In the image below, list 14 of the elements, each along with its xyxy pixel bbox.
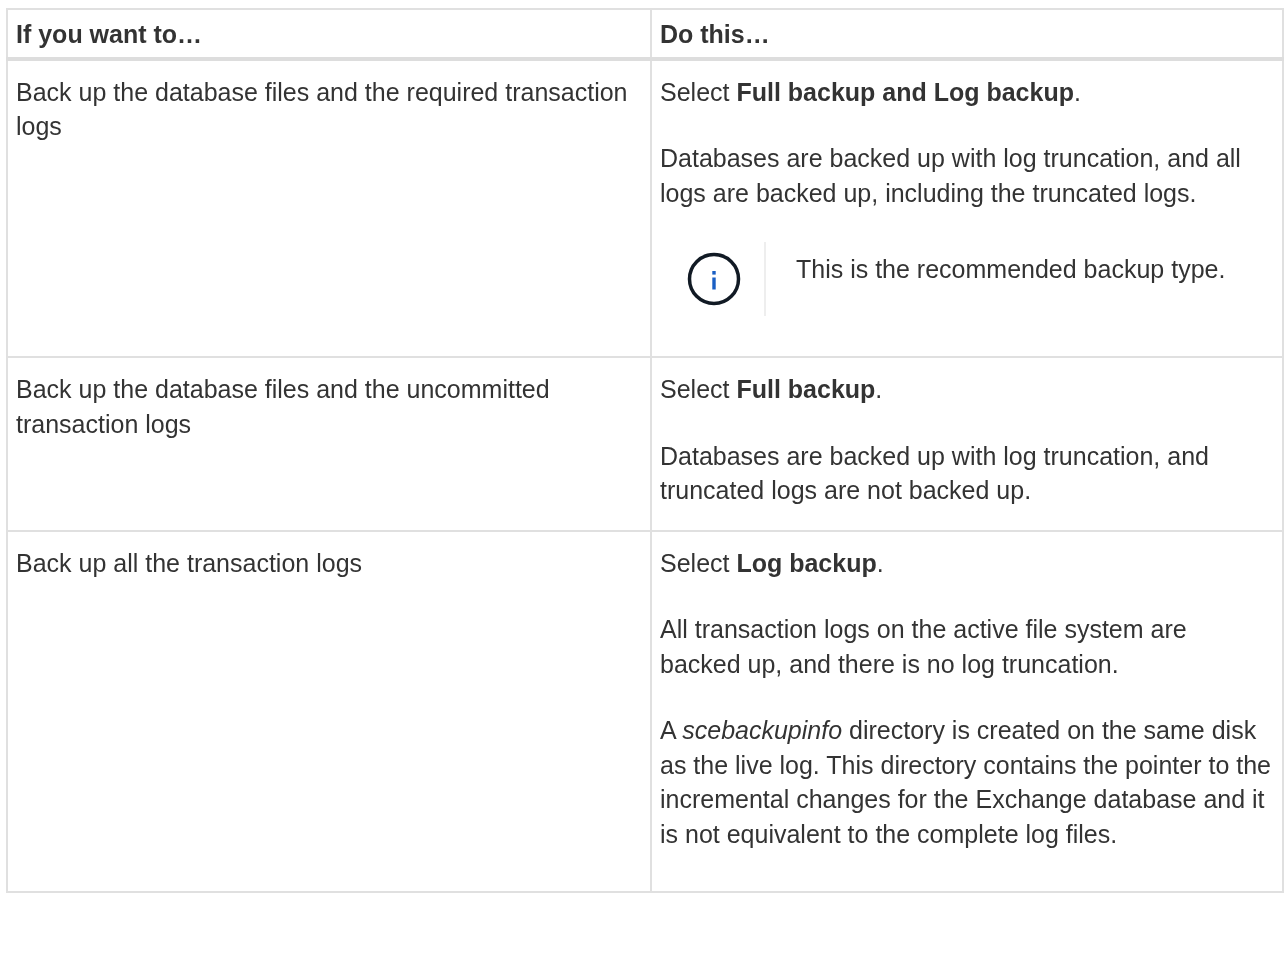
paragraph: All transaction logs on the active file system are backed up, and there is no log truncation. <box>660 614 1188 680</box>
paragraph: Select Log backup. <box>660 547 885 579</box>
paragraph: Select Full backup and Log backup. <box>660 76 1082 108</box>
paragraph: Databases are backed up with log truncation, and all logs are backed up, including the truncated logs. <box>660 143 1242 209</box>
paragraph: A scebackupinfo directory is created on the same disk as the live log. This directory contains the pointer to the incremental changes for the Exchange database and it is not equivalent to the complete log files. <box>660 715 1272 850</box>
table-cell-text: Back up the database files and the uncommitted transaction logs <box>16 374 551 440</box>
note-text: This is the recommended backup type. <box>796 254 1226 285</box>
table-cell-text: Back up all the transaction logs <box>16 547 364 579</box>
column-header: If you want to… <box>7 9 651 59</box>
table-cell-text: Back up the database files and the required transaction logs <box>16 76 629 142</box>
info-icon <box>687 252 741 306</box>
column-header: Do this… <box>651 9 1283 59</box>
paragraph: Databases are backed up with log truncation, and truncated logs are not backed up. <box>660 440 1210 506</box>
paragraph: Select Full backup. <box>660 374 884 405</box>
